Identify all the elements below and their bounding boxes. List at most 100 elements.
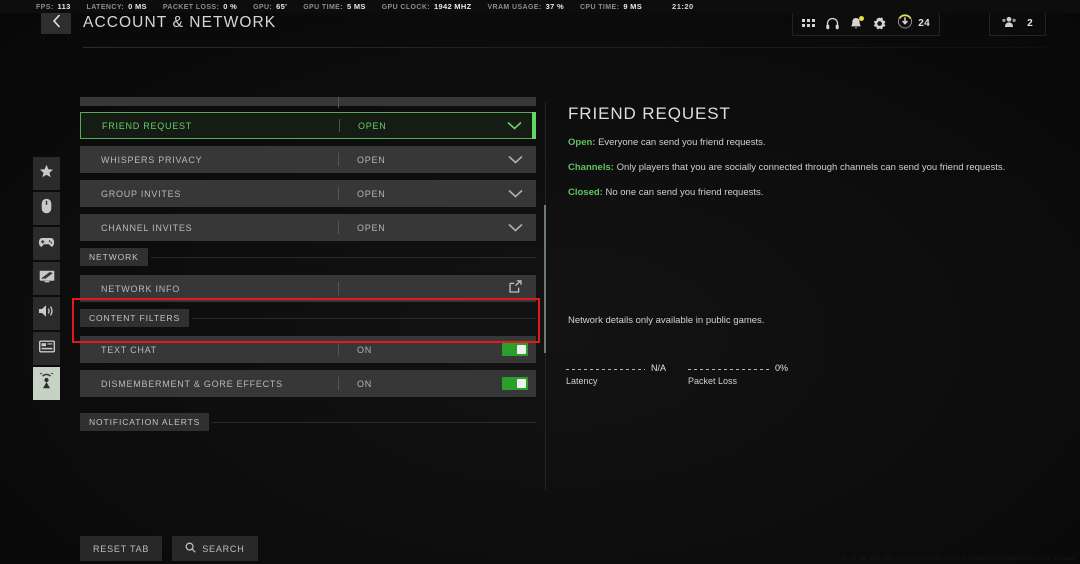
row-control[interactable] (494, 223, 536, 232)
row-value: OPEN (357, 222, 386, 233)
detail-term: Closed: (568, 186, 603, 198)
row-control[interactable] (494, 343, 536, 356)
row-label: NETWORK INFO (101, 283, 180, 294)
list-item-friend-request[interactable]: FRIEND REQUEST OPEN (80, 112, 536, 139)
sidebar-item-interface[interactable] (33, 332, 60, 365)
chevron-down-icon[interactable] (507, 189, 523, 198)
list-item-text-chat[interactable]: TEXT CHAT ON (80, 336, 536, 363)
network-availability-note: Network details only available in public… (568, 315, 765, 326)
section-rule (192, 317, 536, 319)
perf-stat: GPU: 65' (253, 2, 287, 11)
search-icon (185, 542, 196, 555)
row-divider (338, 282, 339, 295)
performance-overlay: FPS: 113 LATENCY: 0 MS PACKET LOSS: 0 % … (0, 0, 1080, 13)
build-version-text: 0.35.10.14E.188.[358.193.2418->11].T.[70… (842, 555, 1074, 562)
meter-dash-track (566, 369, 645, 370)
toggle-knob (517, 345, 526, 354)
headset-icon[interactable] (826, 17, 839, 30)
chevron-left-icon (52, 14, 61, 28)
toggle-switch[interactable] (502, 343, 528, 356)
network-icon (38, 370, 55, 394)
row-value: OPEN (357, 154, 386, 165)
notification-dot (859, 16, 865, 21)
perf-label: GPU TIME: (303, 4, 343, 11)
row-control[interactable] (494, 377, 536, 390)
sidebar-item-favorites[interactable] (33, 157, 60, 190)
row-control[interactable] (494, 155, 536, 164)
perf-label: GPU: (253, 4, 273, 11)
chevron-down-icon[interactable] (507, 223, 523, 232)
perf-value: 1942 MHZ (434, 2, 472, 11)
meter-dash-track (688, 369, 769, 370)
perf-value: 0 MS (128, 2, 147, 11)
network-meters: N/A Latency 0% Packet Loss (566, 363, 788, 386)
meter-value: 0% (774, 363, 788, 373)
section-label: CONTENT FILTERS (80, 309, 190, 327)
header-divider (83, 47, 1045, 48)
external-link-icon[interactable] (508, 279, 522, 298)
list-item-gore-effects[interactable]: DISMEMBERMENT & GORE EFFECTS ON (80, 370, 536, 397)
perf-value: 37 % (545, 2, 564, 11)
perf-label: LATENCY: (86, 4, 125, 11)
mouse-icon (41, 198, 52, 219)
perf-value: 5 MS (346, 2, 366, 11)
list-item-clipped[interactable] (80, 97, 536, 108)
list-item-whispers-privacy[interactable]: WHISPERS PRIVACY OPEN (80, 146, 536, 173)
bell-icon[interactable] (850, 16, 865, 30)
perf-value: 0 % (223, 2, 238, 11)
gear-icon[interactable] (873, 17, 886, 30)
search-button[interactable]: SEARCH (172, 536, 258, 561)
list-item-channel-invites[interactable]: CHANNEL INVITES OPEN (80, 214, 536, 241)
row-value: ON (357, 378, 372, 389)
row-control[interactable] (494, 279, 536, 298)
scrollbar-thumb[interactable] (544, 205, 546, 353)
party-icon (1002, 15, 1016, 33)
sidebar-item-account-network[interactable] (33, 367, 60, 400)
perf-stat: PACKET LOSS: 0 % (163, 2, 237, 11)
chevron-down-icon[interactable] (506, 121, 522, 130)
row-label: DISMEMBERMENT & GORE EFFECTS (101, 378, 283, 389)
perf-label: FPS: (36, 4, 54, 11)
settings-list: FRIEND REQUEST OPEN WHISPERS PRIVACY OPE… (80, 97, 538, 497)
perf-stat: GPU CLOCK: 1942 MHZ (382, 2, 472, 11)
detail-description-channels: Channels: Only players that you are soci… (568, 162, 1038, 174)
party-badge[interactable]: 2 (989, 11, 1046, 36)
sidebar-item-audio[interactable] (33, 297, 60, 330)
footer-actions: RESET TAB SEARCH (80, 536, 258, 561)
meter-bar: 0% (688, 363, 788, 373)
row-control[interactable] (494, 189, 536, 198)
perf-value: 113 (57, 2, 71, 11)
perf-stat: GPU TIME: 5 MS (303, 2, 365, 11)
detail-term: Open: (568, 137, 596, 148)
toggle-switch[interactable] (502, 377, 528, 390)
display-icon (39, 270, 55, 288)
perf-stat: CPU TIME: 9 MS (580, 2, 642, 11)
perf-label: CPU TIME: (579, 4, 620, 11)
gamepad-icon (38, 235, 55, 253)
toggle-knob (517, 379, 526, 388)
detail-description-open: Open: Everyone can send you friend reque… (568, 137, 1038, 149)
detail-title: FRIEND REQUEST (568, 104, 731, 123)
detail-term: Channels: (568, 161, 614, 173)
apps-grid-icon[interactable] (802, 18, 816, 29)
row-label: CHANNEL INVITES (101, 222, 193, 233)
section-header-network: NETWORK (80, 248, 536, 266)
header-icon-cluster: 24 (792, 11, 940, 36)
sidebar-item-mouse[interactable] (33, 192, 60, 225)
row-value: ON (357, 344, 372, 355)
chevron-down-icon[interactable] (507, 155, 523, 164)
list-item-group-invites[interactable]: GROUP INVITES OPEN (80, 180, 536, 207)
perf-label: GPU CLOCK: (381, 4, 431, 11)
star-icon (39, 164, 54, 184)
section-header-content-filters: CONTENT FILTERS (80, 309, 536, 327)
row-value: OPEN (358, 120, 387, 131)
sidebar-item-graphics[interactable] (33, 262, 60, 295)
row-control[interactable] (493, 121, 535, 130)
rank-badge[interactable]: 24 (897, 13, 930, 34)
rank-level: 24 (918, 18, 930, 29)
meter-label: Packet Loss (688, 376, 738, 386)
sidebar-item-controller[interactable] (33, 227, 60, 260)
reset-tab-button[interactable]: RESET TAB (80, 536, 163, 561)
meter-label: Latency (566, 376, 598, 386)
list-item-network-info[interactable]: NETWORK INFO (80, 275, 536, 302)
